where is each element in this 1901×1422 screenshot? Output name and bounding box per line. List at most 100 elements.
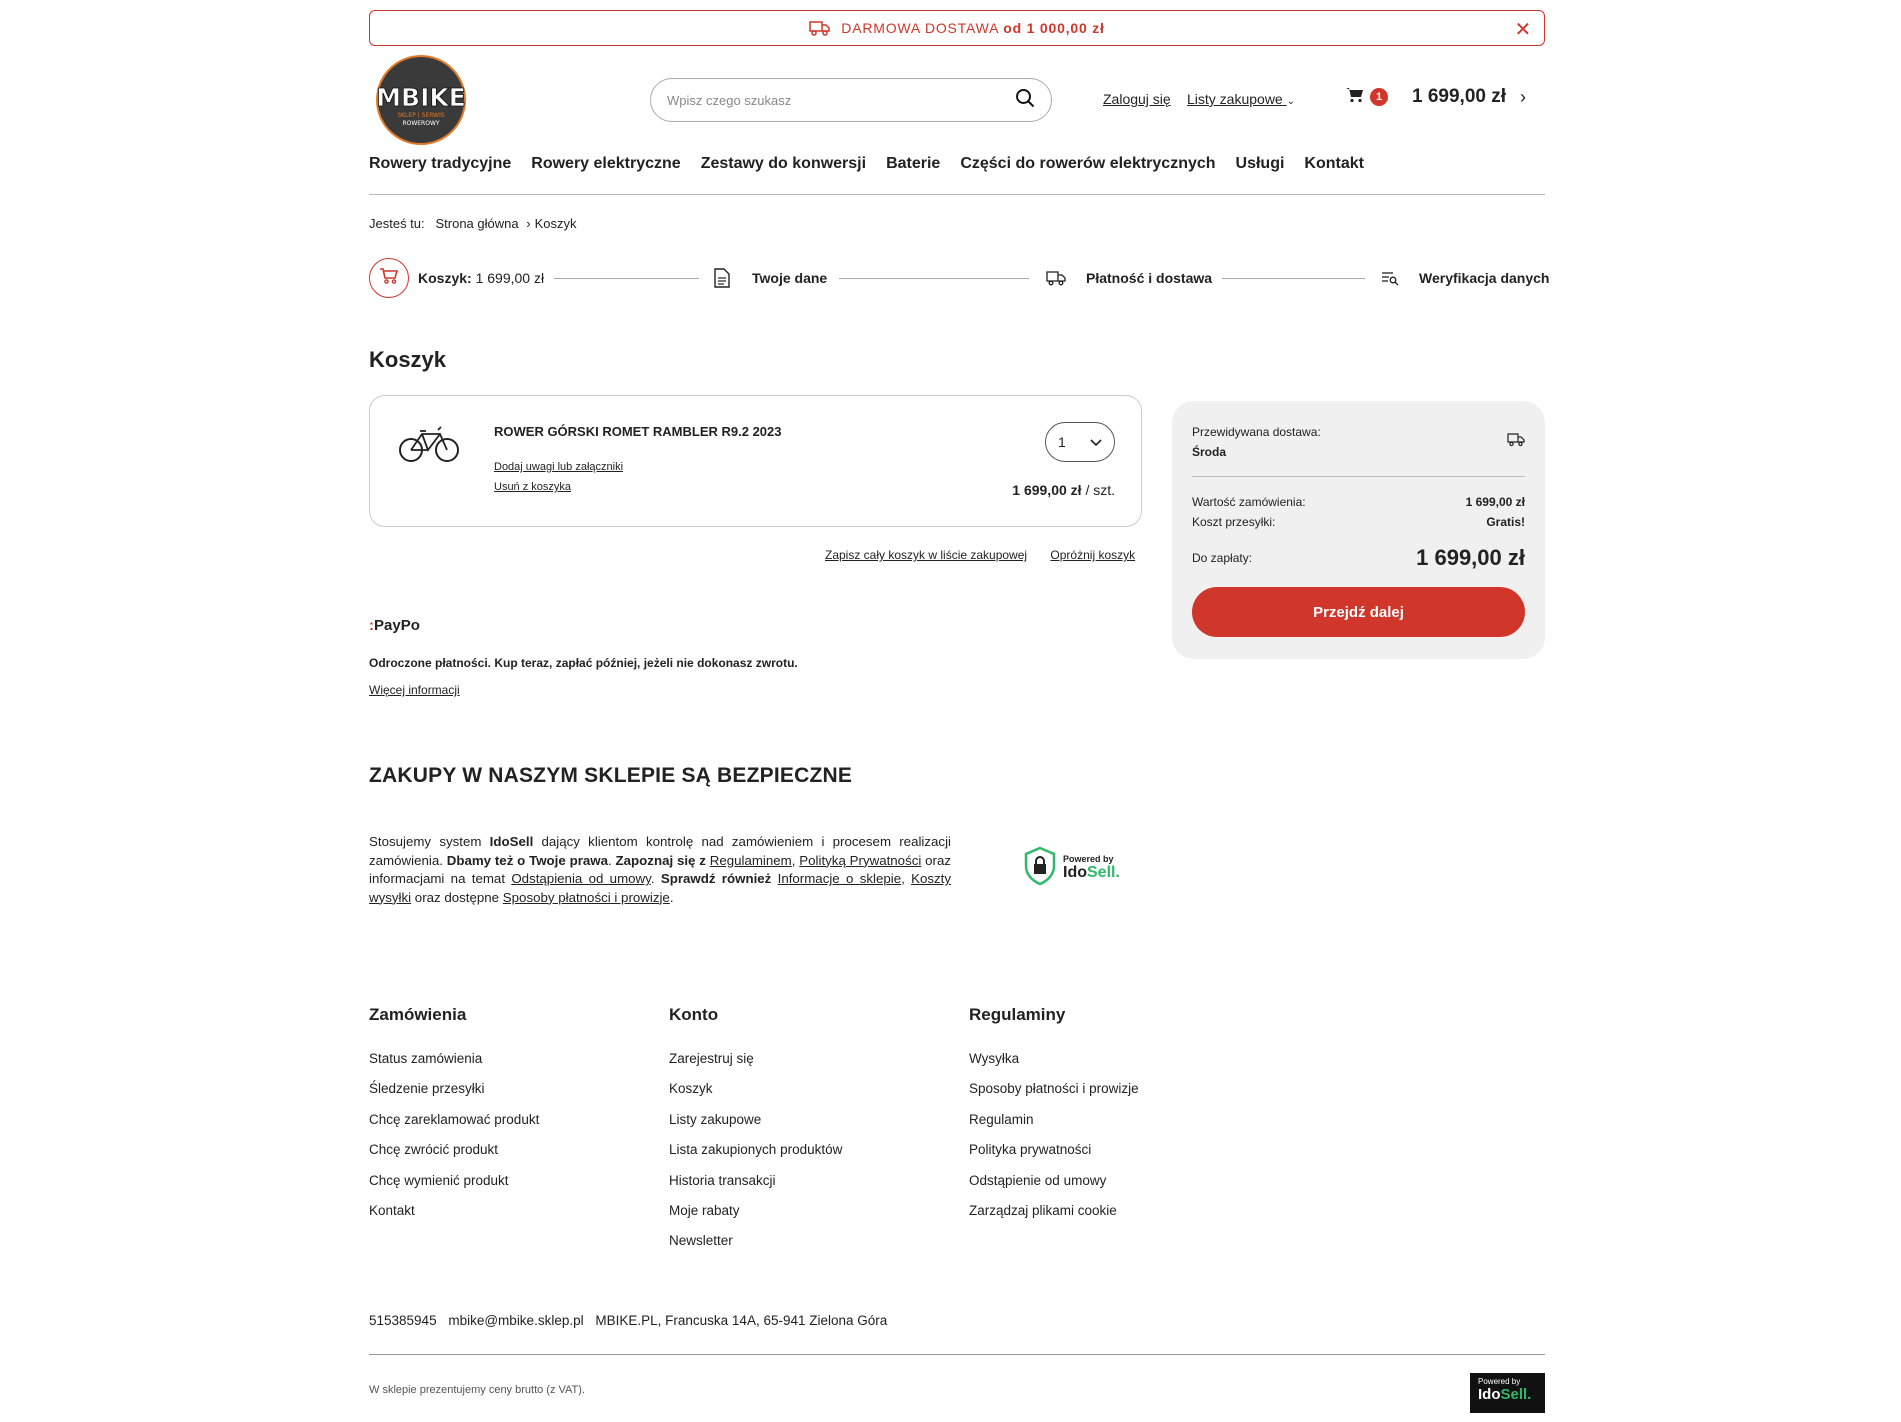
withdrawal-link[interactable]: Odstąpienia od umowy [511,871,651,886]
footer-contact: 515385945 mbike@mbike.sklep.pl MBIKE.PL,… [369,1313,895,1328]
secure-text-part: . [650,871,661,886]
close-icon[interactable]: ✕ [1514,17,1532,42]
footer-rules-title: Regulaminy [969,1005,1066,1024]
footer-link[interactable]: Polityka prywatności [969,1142,1139,1172]
footer-email[interactable]: mbike@mbike.sklep.pl [448,1313,583,1328]
footer-phone[interactable]: 515385945 [369,1313,437,1328]
breadcrumb-home[interactable]: Strona główna [435,216,518,231]
vat-note: W sklepie prezentujemy ceny brutto (z VA… [369,1384,585,1396]
footer-link[interactable]: Śledzenie przesyłki [369,1081,539,1111]
footer-link[interactable]: Sposoby płatności i prowizje [969,1081,1139,1111]
free-shipping-banner: DARMOWA DOSTAWA od 1 000,00 zł ✕ [369,10,1545,46]
secure-text-bold: Zapoznaj się z [615,852,706,868]
proceed-button[interactable]: Przejdź dalej [1192,587,1525,637]
footer-link[interactable]: Moje rabaty [669,1203,842,1233]
cart-icon [1346,87,1364,107]
add-notes-link[interactable]: Dodaj uwagi lub załączniki [494,461,623,473]
secure-text-part: , [901,871,912,886]
step-connector [1222,278,1365,279]
truck-icon [1046,270,1066,290]
delivery-estimate-label: Przewidywana dostawa: [1192,425,1321,439]
chevron-down-icon [1090,434,1102,450]
chevron-down-icon: ⌄ [1286,96,1295,107]
footer-link[interactable]: Wysyłka [969,1051,1139,1081]
svg-text:MBIKE: MBIKE [376,83,466,112]
breadcrumb-label: Jesteś tu: [369,216,425,231]
idosell-powered-badge[interactable]: Powered by IdoSell. [1470,1373,1545,1413]
nav-item-contact[interactable]: Kontakt [1304,155,1364,173]
shipping-cost-value: Gratis! [1486,515,1525,529]
nav-item-batteries[interactable]: Baterie [886,155,940,173]
mini-cart[interactable]: 1 1 699,00 zł › [1346,86,1526,108]
item-price: 1 699,00 zł / szt. [1012,482,1115,498]
secure-text-bold: Sprawdź również [660,871,772,886]
order-value-row: Wartość zamówienia: 1 699,00 zł [1192,495,1525,509]
payment-methods-link[interactable]: Sposoby płatności i prowizje [503,890,670,905]
list-search-icon [1381,270,1399,290]
footer-link[interactable]: Listy zakupowe [669,1112,842,1142]
shipping-cost-row: Koszt przesyłki: Gratis! [1192,515,1525,529]
search-input[interactable] [667,92,1015,108]
step-cart-circle [369,258,409,298]
step-your-data: Twoje dane [752,270,828,286]
footer-account-title: Konto [669,1005,719,1024]
search-icon[interactable] [1015,88,1035,112]
terms-link[interactable]: Regulaminem [710,853,792,868]
secure-text-bold: Dbamy też o Twoje prawa [446,852,609,868]
summary-divider [1192,476,1525,477]
idosell-wordmark: IdoSell. [1478,1386,1537,1403]
remove-from-cart-link[interactable]: Usuń z koszyka [494,481,571,493]
footer-link[interactable]: Status zamówienia [369,1051,539,1081]
chevron-right-icon: › [1520,86,1527,107]
order-summary: Przewidywana dostawa: Środa Wartość zamó… [1172,401,1545,659]
footer-link[interactable]: Kontakt [369,1203,539,1233]
footer-link[interactable]: Zarejestruj się [669,1051,842,1081]
store-info-link[interactable]: Informacje o sklepie [778,871,901,886]
store-logo[interactable]: MBIKE SKLEP | SERWIS ROWEROWY [369,54,473,146]
product-name[interactable]: ROWER GÓRSKI ROMET RAMBLER R9.2 2023 [494,424,782,439]
to-pay-label: Do zapłaty: [1192,551,1253,565]
footer-orders: Zamówienia Status zamówienia Śledzenie p… [369,1005,539,1233]
nav-item-conversion-kits[interactable]: Zestawy do konwersji [701,155,866,173]
paypo-more-info-link[interactable]: Więcej informacji [369,683,460,697]
footer-link[interactable]: Chcę zwrócić produkt [369,1142,539,1172]
footer-link[interactable]: Newsletter [669,1233,842,1263]
nav-item-ebike-parts[interactable]: Części do rowerów elektrycznych [960,155,1215,173]
product-thumbnail[interactable] [398,422,460,468]
secure-text-bold: IdoSell [489,834,534,849]
powered-by-label: Powered by [1063,854,1114,864]
step-cart-label: Koszyk: [418,270,472,286]
secure-text-part: oraz dostępne [411,889,503,905]
empty-cart-link[interactable]: Opróżnij koszyk [1050,548,1135,562]
idosell-wordmark: IdoSell. [1063,864,1120,882]
shopping-lists-link[interactable]: Listy zakupowe ⌄ [1187,91,1295,107]
idosell-ido: Ido [1063,864,1087,881]
privacy-policy-link[interactable]: Polityką Prywatności [799,853,921,868]
footer-link[interactable]: Koszyk [669,1081,842,1111]
nav-item-electric-bikes[interactable]: Rowery elektryczne [531,155,680,173]
nav-item-traditional-bikes[interactable]: Rowery tradycyjne [369,155,511,173]
step-connector [839,278,1029,279]
footer-link[interactable]: Zarządzaj plikami cookie [969,1203,1139,1233]
footer-link[interactable]: Odstąpienie od umowy [969,1173,1139,1203]
shield-lock-icon [1023,846,1057,890]
cart-actions: Zapisz cały koszyk w liście zakupowej Op… [805,548,1135,562]
idosell-secure-badge[interactable]: Powered by IdoSell. [1023,846,1120,890]
truck-icon [1507,433,1525,451]
main-nav: Rowery tradycyjne Rowery elektryczne Zes… [369,155,1384,173]
footer-link[interactable]: Historia transakcji [669,1173,842,1203]
footer-link[interactable]: Lista zakupionych produktów [669,1142,842,1172]
truck-icon [809,20,831,36]
secure-shopping-text: Stosujemy system IdoSell dający klientom… [369,833,951,907]
footer-link[interactable]: Chcę wymienić produkt [369,1173,539,1203]
paypo-description: Odroczone płatności. Kup teraz, zapłać p… [369,656,798,670]
login-link[interactable]: Zaloguj się [1103,91,1171,107]
footer-link[interactable]: Regulamin [969,1112,1139,1142]
nav-item-services[interactable]: Usługi [1236,155,1285,173]
footer-account: Konto Zarejestruj się Koszyk Listy zakup… [669,1005,842,1264]
quantity-select[interactable]: 1 [1045,422,1115,462]
footer-link[interactable]: Chcę zareklamować produkt [369,1112,539,1142]
save-cart-to-list-link[interactable]: Zapisz cały koszyk w liście zakupowej [825,548,1027,562]
nav-divider [369,194,1545,195]
svg-text:ROWEROWY: ROWEROWY [402,120,439,127]
